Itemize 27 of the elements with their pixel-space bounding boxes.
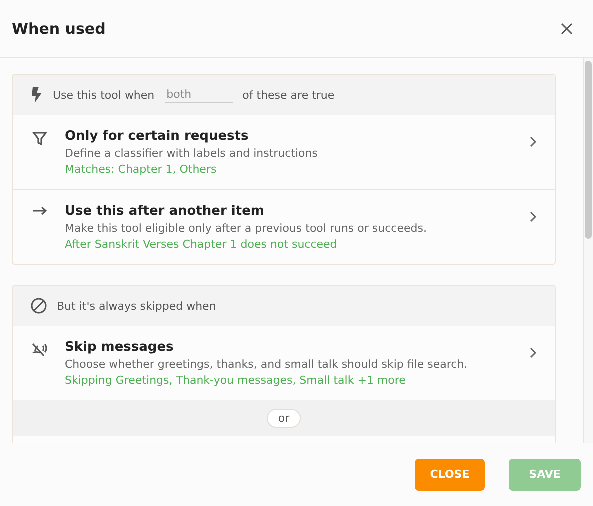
row-title: Only for certain requests [65, 129, 250, 144]
scrollbar[interactable] [583, 58, 593, 443]
row-summary: Matches: Chapter 1, Others [65, 163, 218, 176]
row-title: Skip messages [65, 340, 175, 355]
chevron-right-icon [529, 136, 537, 148]
condition-row[interactable]: Only for certain requests Define a classifier with labels and instructions Matches: Chapter 1, Others [13, 115, 555, 190]
condition-row[interactable]: Skip messages Choose whether greetings, thanks, and small talk should skip file search. Skipping Greetings, Thank-you messages, Small talk +1 more [13, 326, 555, 400]
condition-prefix: Use this tool when [53, 88, 155, 102]
exceptions-heading: But it's always skipped when [57, 300, 216, 312]
or-separator: or [267, 408, 301, 428]
row-summary: Skipping Greetings, Thank-you messages, Small talk +1 more [65, 374, 407, 387]
row-title: Use this after another item [65, 204, 266, 219]
chevron-right-icon [529, 211, 537, 223]
row-summary: After Sanskrit Verses Chapter 1 does not succeed [65, 238, 338, 251]
prohibited-icon [31, 298, 47, 314]
dialog-title: When used [12, 20, 106, 38]
close-icon[interactable] [559, 20, 575, 36]
lightning-icon [31, 87, 43, 103]
row-description: Choose whether greetings, thanks, and small talk should skip file search. [65, 358, 469, 371]
condition-suffix: of these are true [242, 88, 335, 102]
filter-icon [32, 131, 48, 147]
condition-row[interactable]: Use this after another item Make this tool eligible only after a previous tool runs or succeeds. After Sanskrit Verses Chapter 1 does not succeed [13, 190, 555, 264]
muted-speaker-icon [31, 342, 49, 358]
row-description: Define a classifier with labels and instructions [65, 147, 319, 160]
chevron-right-icon [529, 347, 537, 359]
arrow-right-icon [32, 206, 48, 216]
row-description: Make this tool eligible only after a previous tool runs or succeeds. [65, 222, 428, 235]
